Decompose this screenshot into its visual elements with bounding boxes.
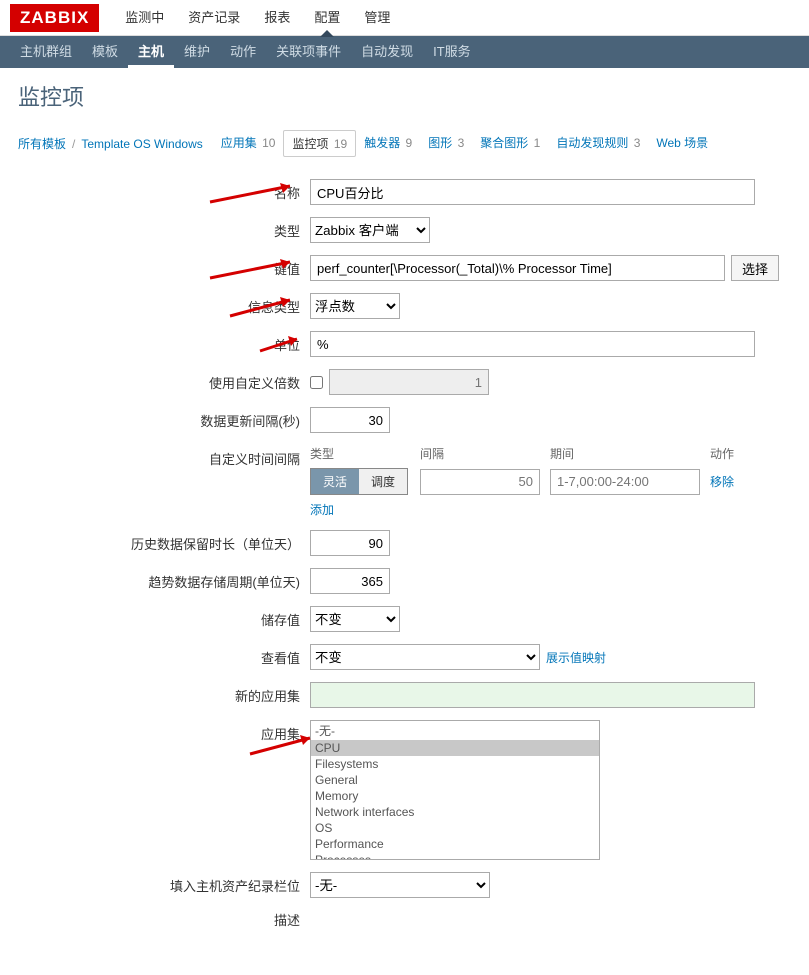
interval-type-segment[interactable]: 灵活 调度 bbox=[310, 468, 408, 495]
bc-tab-screens[interactable]: 聚合图形 1 bbox=[472, 130, 548, 157]
new-application-input[interactable] bbox=[310, 682, 755, 708]
update-interval-input[interactable] bbox=[310, 407, 390, 433]
bc-tab-discovery-rules[interactable]: 自动发现规则 3 bbox=[548, 130, 648, 157]
interval-head-interval: 间隔 bbox=[420, 445, 550, 462]
app-option-performance[interactable]: Performance bbox=[311, 836, 599, 852]
sub-correlation[interactable]: 关联项事件 bbox=[266, 36, 351, 68]
sub-hostgroups[interactable]: 主机群组 bbox=[10, 36, 82, 68]
multiplier-input bbox=[329, 369, 489, 395]
app-option-os[interactable]: OS bbox=[311, 820, 599, 836]
type-select[interactable]: Zabbix 客户端 bbox=[310, 217, 430, 243]
app-option-network[interactable]: Network interfaces bbox=[311, 804, 599, 820]
breadcrumb: 所有模板 / Template OS Windows 应用集 10 监控项 19… bbox=[0, 124, 809, 163]
app-option-memory[interactable]: Memory bbox=[311, 788, 599, 804]
app-option-general[interactable]: General bbox=[311, 772, 599, 788]
custom-multiplier-checkbox[interactable] bbox=[310, 376, 323, 389]
sub-actions[interactable]: 动作 bbox=[220, 36, 266, 68]
key-input[interactable] bbox=[310, 255, 725, 281]
bc-tab-items[interactable]: 监控项 19 bbox=[283, 130, 356, 157]
intervals-box: 类型 间隔 期间 动作 灵活 调度 移除 添加 bbox=[310, 445, 760, 518]
sub-templates[interactable]: 模板 bbox=[82, 36, 128, 68]
label-trend: 趋势数据存储周期(单位天) bbox=[30, 572, 310, 591]
interval-period-input[interactable] bbox=[550, 469, 700, 495]
sub-maintenance[interactable]: 维护 bbox=[174, 36, 220, 68]
applications-listbox[interactable]: -无- CPU Filesystems General Memory Netwo… bbox=[310, 720, 600, 860]
sub-nav: 主机群组 模板 主机 维护 动作 关联项事件 自动发现 IT服务 bbox=[0, 36, 809, 68]
logo: ZABBIX bbox=[10, 4, 99, 32]
nav-monitoring[interactable]: 监测中 bbox=[113, 0, 176, 36]
bc-tab-web[interactable]: Web 场景 bbox=[648, 130, 716, 157]
label-type: 类型 bbox=[30, 221, 310, 240]
sub-discovery[interactable]: 自动发现 bbox=[351, 36, 423, 68]
interval-head-action: 动作 bbox=[710, 445, 760, 462]
name-input[interactable] bbox=[310, 179, 755, 205]
inventory-select[interactable]: -无- bbox=[310, 872, 490, 898]
nav-admin[interactable]: 管理 bbox=[352, 0, 402, 36]
sub-itservices[interactable]: IT服务 bbox=[423, 36, 481, 68]
label-name: 名称 bbox=[30, 183, 310, 202]
form: 名称 类型 Zabbix 客户端 键值 选择 信息类型 浮点数 单位 使用自定义… bbox=[0, 163, 809, 957]
label-custom-multiplier: 使用自定义倍数 bbox=[30, 373, 310, 392]
app-option-none[interactable]: -无- bbox=[311, 721, 599, 740]
bc-tab-applications[interactable]: 应用集 10 bbox=[213, 130, 284, 157]
bc-all-templates[interactable]: 所有模板 bbox=[18, 135, 66, 152]
bc-tab-graphs[interactable]: 图形 3 bbox=[420, 130, 472, 157]
label-applications: 应用集 bbox=[30, 720, 310, 743]
page-title: 监控项 bbox=[0, 68, 809, 124]
label-update-interval: 数据更新间隔(秒) bbox=[30, 411, 310, 430]
label-custom-intervals: 自定义时间间隔 bbox=[30, 445, 310, 468]
nav-reports[interactable]: 报表 bbox=[252, 0, 302, 36]
label-store-value: 储存值 bbox=[30, 610, 310, 629]
label-key: 键值 bbox=[30, 259, 310, 278]
trend-input[interactable] bbox=[310, 568, 390, 594]
top-nav: ZABBIX 监测中 资产记录 报表 配置 管理 bbox=[0, 0, 809, 36]
label-inventory: 填入主机资产纪录栏位 bbox=[30, 876, 310, 895]
nav-inventory[interactable]: 资产记录 bbox=[176, 0, 252, 36]
info-type-select[interactable]: 浮点数 bbox=[310, 293, 400, 319]
bc-tabs: 应用集 10 监控项 19 触发器 9 图形 3 聚合图形 1 自动发现规则 3… bbox=[213, 130, 716, 157]
interval-head-period: 期间 bbox=[550, 445, 710, 462]
select-key-button[interactable]: 选择 bbox=[731, 255, 779, 281]
bc-template-name[interactable]: Template OS Windows bbox=[81, 137, 202, 151]
show-value-mapping-link[interactable]: 展示值映射 bbox=[546, 649, 606, 666]
app-option-processes[interactable]: Processes bbox=[311, 852, 599, 860]
label-history: 历史数据保留时长（单位天） bbox=[30, 534, 310, 553]
unit-input[interactable] bbox=[310, 331, 755, 357]
seg-flexible[interactable]: 灵活 bbox=[311, 469, 359, 494]
bc-tab-triggers[interactable]: 触发器 9 bbox=[356, 130, 420, 157]
store-value-select[interactable]: 不变 bbox=[310, 606, 400, 632]
add-interval-link[interactable]: 添加 bbox=[310, 503, 334, 517]
sub-hosts[interactable]: 主机 bbox=[128, 36, 174, 68]
interval-head-type: 类型 bbox=[310, 445, 420, 462]
label-unit: 单位 bbox=[30, 335, 310, 354]
nav-configuration[interactable]: 配置 bbox=[302, 0, 352, 36]
app-option-cpu[interactable]: CPU bbox=[311, 740, 599, 756]
show-value-select[interactable]: 不变 bbox=[310, 644, 540, 670]
remove-interval-link[interactable]: 移除 bbox=[710, 475, 734, 489]
interval-value-input[interactable] bbox=[420, 469, 540, 495]
label-info-type: 信息类型 bbox=[30, 297, 310, 316]
label-show-value: 查看值 bbox=[30, 648, 310, 667]
label-new-application: 新的应用集 bbox=[30, 686, 310, 705]
history-input[interactable] bbox=[310, 530, 390, 556]
app-option-filesystems[interactable]: Filesystems bbox=[311, 756, 599, 772]
label-description: 描述 bbox=[30, 910, 310, 929]
seg-scheduling[interactable]: 调度 bbox=[359, 469, 407, 494]
